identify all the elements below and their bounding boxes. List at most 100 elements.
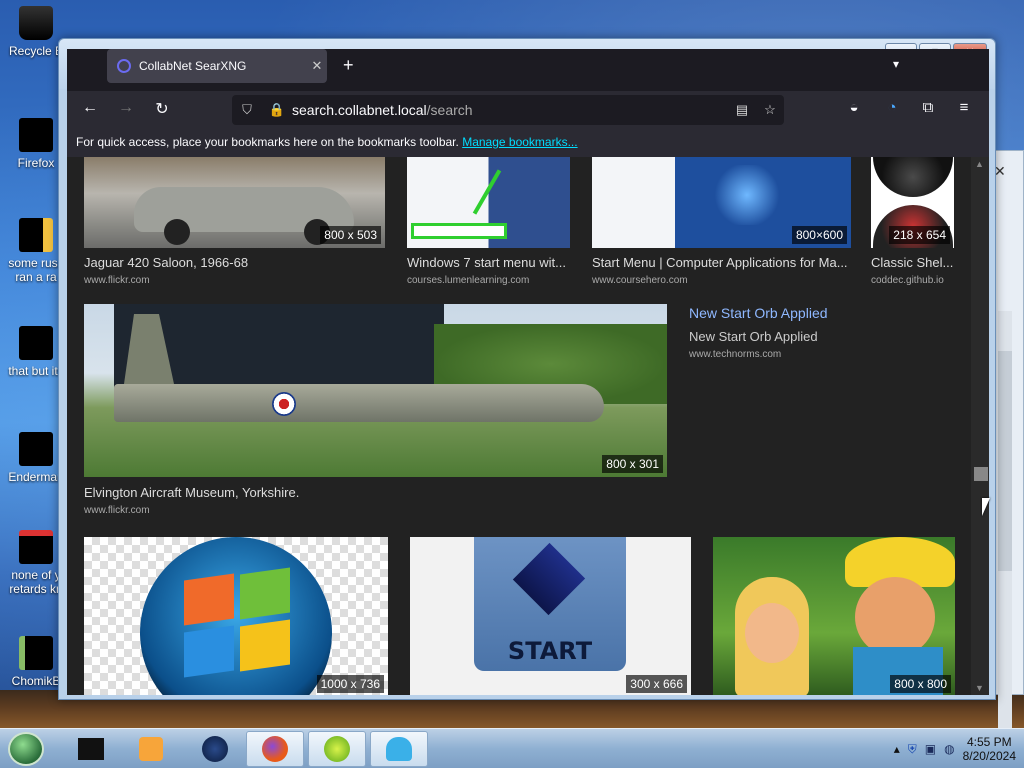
page-content[interactable]: 800 x 503 Jaguar 420 Saloon, 1966-68 www… [67,157,989,695]
lock-icon[interactable]: 🔒 [262,102,292,118]
taskbar-app-firefox-icon[interactable] [246,731,304,767]
result-source: courses.lumenlearning.com [407,275,530,286]
account-icon[interactable]: ◔ [881,99,903,121]
forward-arrow-icon[interactable]: → [115,99,137,117]
system-tray: ▴ ⛨ ▣ ◍ 4:55 PM 8/20/2024 [894,735,1016,763]
tray-network-icon[interactable]: ◍ [944,742,954,756]
featured-thumbnail[interactable]: 800 x 301 [84,304,667,477]
result-title[interactable]: Jaguar 420 Saloon, 1966-68 [84,255,384,270]
app-icon [19,530,53,564]
green-arrow [472,169,502,215]
browser-tab[interactable]: CollabNet SearXNG ✕ [107,49,327,83]
result-source: www.flickr.com [84,505,150,516]
logo-green [240,567,290,620]
image-dimensions: 800 x 301 [602,455,663,473]
start-label: START [507,637,593,665]
taskbar-app-green-icon[interactable] [308,731,366,767]
roundel [272,392,296,416]
search-favicon-icon [117,59,131,73]
stack-icon [19,326,53,360]
result-source: coddec.github.io [871,275,944,286]
taskbar-app-shell-icon[interactable] [370,731,428,767]
result-thumbnail[interactable]: 800 x 503 [84,157,385,248]
menu-hamburger-icon[interactable]: ≡ [953,99,975,121]
logo-red [184,573,234,626]
tab-bar: CollabNet SearXNG ✕ + ▾ [67,49,989,91]
result-title[interactable]: Start Menu | Computer Applications for M… [592,255,852,270]
aside-result-link[interactable]: New Start Orb Applied [689,305,828,321]
tab-list-chevron-icon[interactable]: ▾ [893,57,899,71]
url-bar[interactable]: ⛉ 🔒 search.collabnet.local/search ▤ ☆ [232,95,784,125]
reload-icon[interactable]: ↻ [151,99,173,119]
image-dimensions: 1000 x 736 [316,675,384,693]
taskbar: ▴ ⛨ ▣ ◍ 4:55 PM 8/20/2024 [0,728,1024,768]
result-thumbnail[interactable]: 800 x 800 [713,537,955,695]
aside-result-source: www.technorms.com [689,349,782,360]
result-title[interactable]: Classic Shel... [871,255,959,270]
mouse-cursor-icon [982,498,990,516]
manage-bookmarks-link[interactable]: Manage bookmarks... [462,135,577,149]
image-dimensions: 218 x 654 [889,226,950,244]
recycle-bin-icon [19,6,53,40]
start-orb-button[interactable] [8,732,44,766]
result-thumbnail[interactable]: 1000 x 736 [84,537,388,695]
image-dimensions: 300 x 666 [626,675,687,693]
result-thumbnail[interactable]: 800×600 [592,157,851,248]
new-tab-button[interactable]: + [343,55,354,76]
result-thumbnail[interactable] [407,157,570,248]
aside-result-subtitle: New Start Orb Applied [689,329,818,344]
firefox-icon [19,118,53,152]
document-icon [19,432,53,466]
search-box-highlight [411,223,507,239]
toy-figure-face [855,577,935,657]
result-source: www.flickr.com [84,275,150,286]
result-thumbnail[interactable]: START 300 x 666 [410,537,691,695]
scroll-down-icon[interactable]: ▼ [975,683,984,693]
image-dimensions: 800×600 [791,226,847,244]
tab-close-icon[interactable]: ✕ [307,58,327,74]
shield-icon[interactable]: ⛉ [232,102,262,118]
navigation-toolbar: ← → ↻ ⛉ 🔒 search.collabnet.local/search … [67,91,989,129]
page-scrollbar[interactable]: ▲ ▼ [971,157,989,695]
result-title[interactable]: Elvington Aircraft Museum, Yorkshire. [84,485,667,500]
clock-date: 8/20/2024 [962,749,1016,763]
result-thumbnail[interactable]: 218 x 654 [871,157,954,248]
logo-yellow [240,619,290,672]
url-host: search.collabnet.local [292,102,427,118]
wheel [164,219,190,245]
result-title[interactable]: Windows 7 start menu wit... [407,255,572,270]
url-text[interactable]: search.collabnet.local/search [292,102,728,118]
tab-title: CollabNet SearXNG [139,59,247,73]
image-dimensions: 800 x 503 [320,226,381,244]
back-arrow-icon[interactable]: ← [79,99,101,117]
result-source: www.coursehero.com [592,275,688,286]
taskbar-app-media-icon[interactable] [122,731,180,767]
url-path: /search [426,102,473,118]
taskbar-app-terminal-icon[interactable] [62,731,120,767]
tray-expand-icon[interactable]: ▴ [894,742,900,756]
extensions-icon[interactable]: ⧉ [917,99,939,121]
image-dimensions: 800 x 800 [890,675,951,693]
toy-figure-face [745,603,799,663]
windows-orb [140,537,332,695]
aircraft-fuselage [114,384,604,422]
tray-display-icon[interactable]: ▣ [925,742,936,756]
bookmarks-toolbar: For quick access, place your bookmarks h… [67,129,989,157]
file-icon [19,218,53,252]
start-orb [873,157,953,197]
scrollbar-thumb[interactable] [974,467,988,481]
bookmark-star-icon[interactable]: ☆ [756,102,784,118]
windows-logo-glow [712,165,782,225]
app-icon [19,636,53,670]
scroll-up-icon[interactable]: ▲ [975,159,984,169]
bookmarks-hint: For quick access, place your bookmarks h… [76,135,459,149]
logo-blue [184,625,234,678]
tray-shield-icon[interactable]: ⛨ [908,742,917,757]
clock[interactable]: 4:55 PM 8/20/2024 [963,735,1016,763]
scrollbar-thumb[interactable] [998,351,1012,571]
browser-window: ▬ ▢ ✕ CollabNet SearXNG ✕ + ▾ ← → ↻ ⛉ 🔒 … [58,38,996,700]
pocket-icon[interactable]: ◒ [843,99,865,121]
reader-view-icon[interactable]: ▤ [728,102,756,118]
taskbar-app-globe-icon[interactable] [186,731,244,767]
clock-time: 4:55 PM [966,735,1012,749]
